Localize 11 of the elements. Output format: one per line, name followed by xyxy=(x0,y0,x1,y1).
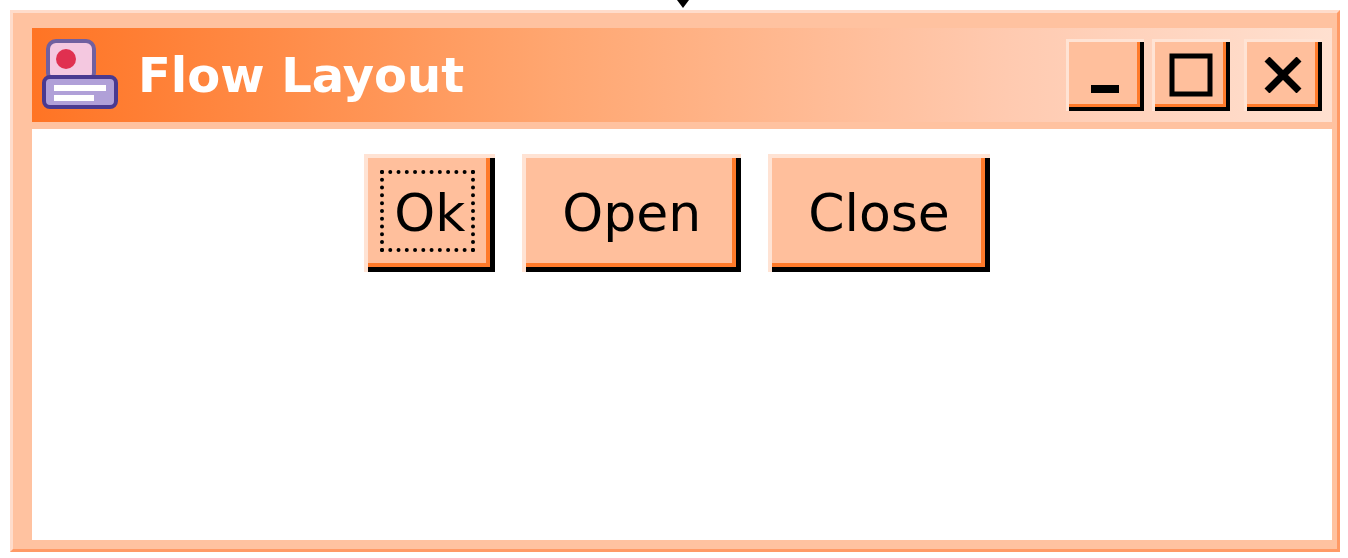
minimize-button[interactable] xyxy=(1066,39,1144,111)
maximize-button[interactable] xyxy=(1152,39,1230,111)
close-button[interactable] xyxy=(1244,39,1322,111)
maximize-icon xyxy=(1169,53,1213,97)
push-button[interactable]: Close xyxy=(768,154,990,272)
push-button[interactable]: Open xyxy=(522,154,742,272)
push-button[interactable]: Ok xyxy=(364,154,496,272)
pointer-icon xyxy=(677,0,689,8)
minimize-icon xyxy=(1091,85,1119,93)
close-icon xyxy=(1263,57,1303,93)
window-title: Flow Layout xyxy=(138,47,466,103)
